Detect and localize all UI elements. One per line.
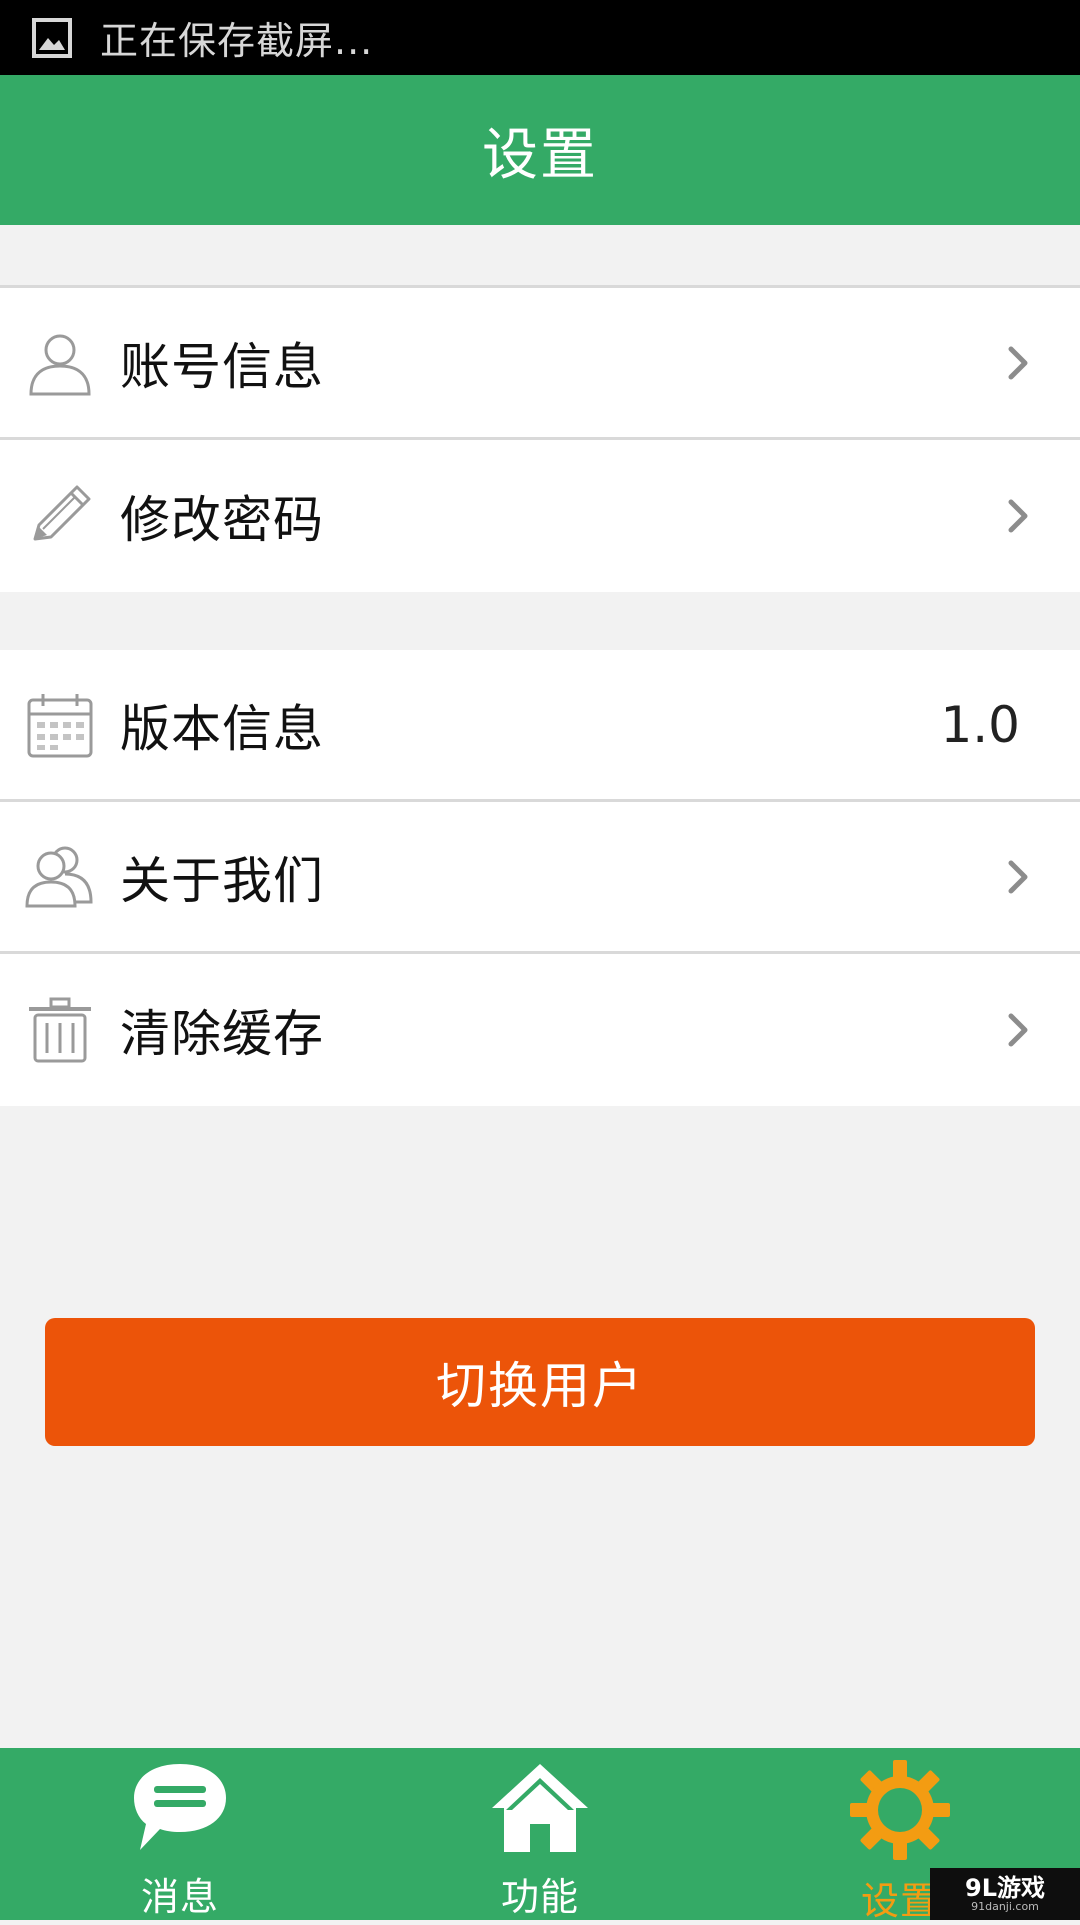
- nav-label-functions: 功能: [500, 1875, 579, 1919]
- nav-label-messages: 消息: [140, 1875, 219, 1919]
- status-bar: 正在保存截屏...: [0, 0, 1080, 75]
- pencil-icon: [24, 480, 96, 552]
- change-password-label: 修改密码: [120, 491, 324, 549]
- users-icon: [24, 841, 96, 913]
- account-info-label: 账号信息: [120, 337, 324, 396]
- switch-user-button[interactable]: 切换用户: [45, 1318, 1035, 1446]
- home-icon: [485, 1758, 595, 1858]
- nav-label-settings: 设置: [860, 1879, 939, 1923]
- about-us-row[interactable]: 关于我们: [0, 802, 1080, 954]
- trash-icon: [24, 994, 96, 1066]
- chevron-right-icon: [1000, 1012, 1036, 1048]
- about-us-label: 关于我们: [120, 851, 324, 910]
- image-icon: [30, 16, 74, 60]
- settings-group-account: 账号信息 修改密码: [0, 285, 1080, 592]
- clear-cache-label: 清除缓存: [120, 1005, 324, 1063]
- chevron-right-icon: [1000, 345, 1036, 381]
- header: 设置: [0, 75, 1080, 225]
- account-info-row[interactable]: 账号信息: [0, 288, 1080, 440]
- chevron-right-icon: [1000, 498, 1036, 534]
- settings-group-app: 版本信息 1.0 关于我们 清除缓存: [0, 650, 1080, 1106]
- chevron-right-icon: [1000, 859, 1036, 895]
- watermark-logo: 9L游戏 91danji.com: [930, 1868, 1080, 1920]
- version-value: 1.0: [940, 695, 1020, 754]
- calendar-icon: [24, 689, 96, 761]
- nav-item-functions[interactable]: 功能: [360, 1748, 720, 1920]
- clear-cache-row[interactable]: 清除缓存: [0, 954, 1080, 1106]
- version-info-label: 版本信息: [120, 699, 324, 758]
- bottom-nav: 消息 功能 设置: [0, 1748, 1080, 1923]
- page-title: 设置: [482, 122, 598, 188]
- nav-item-messages[interactable]: 消息: [0, 1748, 360, 1920]
- user-icon: [24, 327, 96, 399]
- change-password-row[interactable]: 修改密码: [0, 440, 1080, 592]
- version-info-row[interactable]: 版本信息 1.0: [0, 650, 1080, 802]
- watermark-sub: 91danji.com: [971, 1900, 1039, 1913]
- chat-bubble-icon: [125, 1758, 235, 1858]
- gear-icon: [845, 1758, 955, 1862]
- status-text: 正在保存截屏...: [100, 19, 374, 63]
- watermark-main: 9L游戏: [965, 1874, 1045, 1902]
